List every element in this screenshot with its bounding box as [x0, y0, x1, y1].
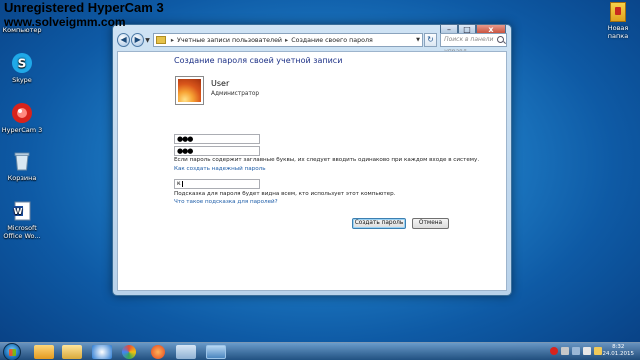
skype-icon: S — [11, 52, 33, 74]
clock-time: 8:32 — [612, 344, 625, 350]
back-button[interactable]: ◀ — [117, 33, 131, 47]
breadcrumb-separator-icon: ▸ — [285, 36, 289, 44]
forward-button[interactable]: ▶ — [131, 33, 145, 47]
taskbar: 8:32 24.01.2015 — [0, 342, 640, 360]
user-role: Администратор — [211, 91, 260, 97]
recycle-bin-icon — [11, 150, 33, 172]
desktop-icon-label: Microsoft Office Wo... — [3, 224, 41, 240]
desktop-icon-recycle-bin[interactable]: Корзина — [0, 150, 44, 182]
watermark-line-1: Unregistered HyperCam 3 — [4, 0, 164, 15]
control-panel-icon — [155, 36, 166, 44]
start-button[interactable] — [3, 343, 21, 360]
password-hint-field[interactable]: к — [174, 179, 260, 189]
navigation-bar: ◀ ▶ ▼ ▸ Учетные записи пользователей ▸ С… — [117, 31, 507, 55]
control-panel-taskbar-icon[interactable] — [206, 345, 226, 359]
clock[interactable]: 8:32 24.01.2015 — [603, 344, 635, 358]
strong-password-link[interactable]: Как создать надежный пароль — [174, 166, 266, 172]
hypercam-tray-icon[interactable] — [550, 347, 558, 355]
cancel-button[interactable]: Отмена — [412, 218, 449, 229]
firefox-icon[interactable] — [151, 345, 165, 359]
page-title: Создание пароля своей учетной записи — [174, 56, 343, 65]
create-password-button[interactable]: Создать пароль — [352, 218, 406, 229]
watermark-line-2: www.solveigmm.com — [4, 15, 126, 29]
media-player-icon[interactable] — [34, 345, 54, 359]
clock-date: 24.01.2015 — [602, 351, 635, 357]
text-caret — [181, 180, 183, 187]
system-tray — [550, 347, 602, 355]
address-bar[interactable]: ▸ Учетные записи пользователей ▸ Создани… — [152, 33, 423, 47]
network-icon[interactable] — [572, 347, 580, 355]
internet-explorer-icon[interactable] — [92, 345, 112, 359]
paint-icon[interactable] — [122, 345, 136, 359]
what-is-hint-link[interactable]: Что такое подсказка для паролей? — [174, 199, 278, 205]
show-hidden-icons-icon[interactable] — [561, 347, 569, 355]
word-document-icon: W — [11, 200, 33, 222]
search-input[interactable]: Поиск в панели управл... — [440, 33, 507, 55]
folder-icon — [610, 2, 626, 22]
desktop-icon-label: HyperCam 3 — [1, 126, 43, 134]
desktop-icon-label: Skype — [12, 76, 32, 84]
caps-note: Если пароль содержит заглавные буквы, их… — [174, 157, 480, 163]
confirm-password-field[interactable]: ●●● — [174, 146, 260, 156]
folder-window-icon[interactable] — [176, 345, 196, 359]
user-avatar — [175, 76, 204, 105]
password-hint-value: к — [177, 180, 181, 187]
flag-icon[interactable] — [594, 347, 602, 355]
desktop-icon-new-folder[interactable]: Новая папка — [598, 2, 638, 40]
volume-icon[interactable] — [583, 347, 591, 355]
flower-picture-icon — [178, 79, 201, 102]
breadcrumb-item-create-password[interactable]: Создание своего пароля — [291, 37, 373, 44]
desktop-icon-label: Корзина — [7, 174, 37, 182]
content-pane: Создание пароля своей учетной записи Use… — [117, 51, 507, 291]
desktop-icon-word[interactable]: W Microsoft Office Wo... — [0, 200, 44, 240]
desktop-icon-skype[interactable]: S Skype — [0, 52, 44, 84]
hypercam-watermark: Unregistered HyperCam 3 www.solveigmm.co… — [4, 0, 164, 30]
breadcrumb-item-user-accounts[interactable]: Учетные записи пользователей — [177, 37, 282, 44]
create-password-window: – □ x ◀ ▶ ▼ ▸ Учетные записи пользовател… — [112, 24, 512, 296]
hint-visibility-note: Подсказка для пароля будет видна всем, к… — [174, 191, 396, 197]
breadcrumb-separator-icon: ▸ — [170, 36, 174, 44]
desktop-icon-hypercam[interactable]: HyperCam 3 — [0, 102, 44, 134]
explorer-icon[interactable] — [62, 345, 82, 359]
svg-text:W: W — [14, 207, 23, 216]
new-password-field[interactable]: ●●● — [174, 134, 260, 144]
hypercam-icon — [11, 102, 33, 124]
desktop-icon-label: Новая папка — [607, 24, 629, 40]
address-dropdown-icon[interactable]: ▼ — [414, 37, 422, 43]
svg-text:S: S — [18, 57, 27, 71]
search-icon — [497, 36, 504, 43]
refresh-button[interactable]: ↻ — [423, 33, 438, 47]
user-name: User — [211, 79, 230, 88]
recent-pages-dropdown-icon[interactable]: ▼ — [145, 37, 150, 44]
